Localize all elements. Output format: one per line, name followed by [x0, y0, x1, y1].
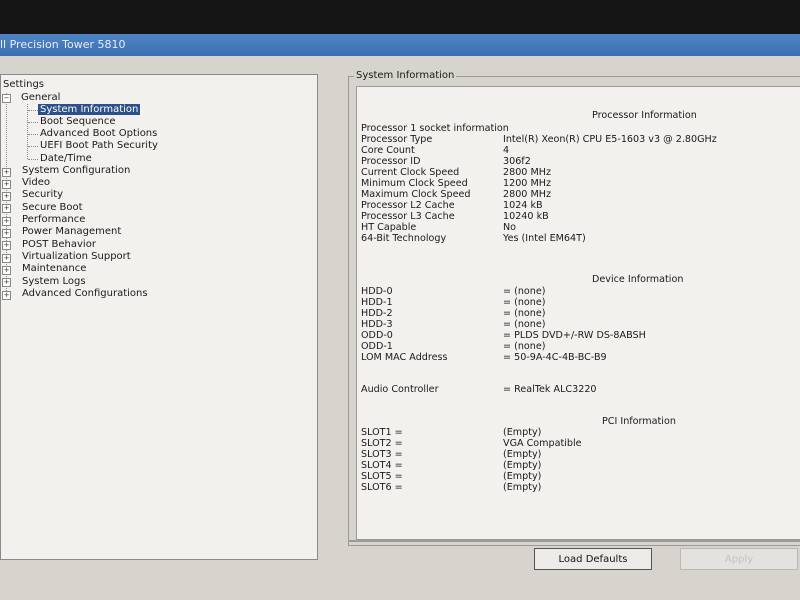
row-value: 10240 kB	[503, 211, 549, 222]
row-value: No	[503, 222, 517, 233]
row-label: SLOT6 =	[361, 482, 403, 493]
row-value: = 50-9A-4C-4B-BC-B9	[503, 352, 607, 363]
tree-item-system-logs[interactable]: System Logs	[22, 276, 86, 288]
row-value: = RealTek ALC3220	[503, 384, 597, 395]
expand-icon[interactable]: +	[2, 229, 11, 238]
row-value: Yes (Intel EM64T)	[503, 233, 586, 244]
tree-item-virtualization-support[interactable]: Virtualization Support	[22, 251, 131, 263]
expand-icon[interactable]: +	[2, 180, 11, 189]
row-label: Core Count	[361, 145, 415, 156]
row-value: = (none)	[503, 297, 546, 308]
row-label: SLOT5 =	[361, 471, 403, 482]
row-value: = (none)	[503, 319, 546, 330]
row-label: SLOT4 =	[361, 460, 403, 471]
tree-item-secure-boot[interactable]: Secure Boot	[22, 202, 83, 214]
row-value: 306f2	[503, 156, 531, 167]
tree-item-label: System Information	[38, 104, 141, 115]
row-value: = (none)	[503, 286, 546, 297]
row-value: (Empty)	[503, 471, 542, 482]
tree-connector	[28, 122, 38, 123]
tree-item-date-time[interactable]: Date/Time	[40, 153, 92, 165]
row-value: 4	[503, 145, 510, 156]
row-value: = (none)	[503, 341, 546, 352]
row-value: 2800 MHz	[503, 167, 551, 178]
row-value: = PLDS DVD+/-RW DS-8ABSH	[503, 330, 646, 341]
collapse-icon[interactable]: −	[2, 94, 11, 103]
panel-bottom-edge	[348, 540, 800, 542]
tree-connector	[28, 146, 38, 147]
row-value: = (none)	[503, 308, 546, 319]
window-title-bar: ll Precision Tower 5810	[0, 34, 800, 56]
tree-item-post-behavior[interactable]: POST Behavior	[22, 239, 96, 251]
row-label: HT Capable	[361, 222, 417, 233]
row-label: Minimum Clock Speed	[361, 178, 468, 189]
tree-item-uefi-boot-path-security[interactable]: UEFI Boot Path Security	[40, 140, 158, 152]
expand-icon[interactable]: +	[2, 241, 11, 250]
tree-item-maintenance[interactable]: Maintenance	[22, 263, 86, 275]
expand-icon[interactable]: +	[2, 192, 11, 201]
row-label: SLOT2 =	[361, 438, 403, 449]
tree-connector	[28, 159, 38, 160]
tree-item-general[interactable]: General	[21, 92, 60, 104]
row-value: (Empty)	[503, 482, 542, 493]
row-value: 1024 kB	[503, 200, 543, 211]
row-value: 2800 MHz	[503, 189, 551, 200]
tree-item-advanced-configurations[interactable]: Advanced Configurations	[22, 288, 148, 300]
expand-icon[interactable]: +	[2, 168, 11, 177]
tree-connector	[28, 110, 38, 111]
row-value: 1200 MHz	[503, 178, 551, 189]
expand-icon[interactable]: +	[2, 291, 11, 300]
tree-item-advanced-boot-options[interactable]: Advanced Boot Options	[40, 128, 157, 140]
system-information-panel[interactable]: Processor Information Processor 1 socket…	[356, 86, 800, 540]
tree-item-system-information[interactable]: System Information	[38, 104, 141, 116]
expand-icon[interactable]: +	[2, 254, 11, 263]
apply-button[interactable]: Apply	[680, 548, 798, 570]
tree-connector	[27, 104, 28, 159]
row-label: SLOT3 =	[361, 449, 403, 460]
row-value: (Empty)	[503, 427, 542, 438]
processor-heading: Processor Information	[592, 110, 697, 121]
settings-tree: Settings − General System Information Bo…	[0, 74, 318, 560]
row-label: Maximum Clock Speed	[361, 189, 471, 200]
row-label: 64-Bit Technology	[361, 233, 447, 244]
row-label: Processor Type	[361, 134, 433, 145]
row-label: SLOT1 =	[361, 427, 403, 438]
row-label: Current Clock Speed	[361, 167, 460, 178]
row-label: Processor ID	[361, 156, 421, 167]
window-title: ll Precision Tower 5810	[0, 38, 126, 51]
row-value: Intel(R) Xeon(R) CPU E5-1603 v3 @ 2.80GH…	[503, 134, 717, 145]
row-label: HDD-1	[361, 297, 393, 308]
row-value: (Empty)	[503, 460, 542, 471]
expand-icon[interactable]: +	[2, 278, 11, 287]
device-heading: Device Information	[592, 274, 684, 285]
group-title: System Information	[354, 70, 457, 81]
row-label: HDD-3	[361, 319, 393, 330]
bios-setup-screen: ll Precision Tower 5810 Settings − Gener…	[0, 34, 800, 600]
row-label: HDD-0	[361, 286, 393, 297]
row-label: Processor L2 Cache	[361, 200, 455, 211]
tree-item-boot-sequence[interactable]: Boot Sequence	[40, 116, 116, 128]
tree-item-power-management[interactable]: Power Management	[22, 226, 121, 238]
socket-info-line: Processor 1 socket information	[361, 123, 509, 134]
expand-icon[interactable]: +	[2, 204, 11, 213]
tree-item-performance[interactable]: Performance	[22, 214, 85, 226]
tree-root-settings[interactable]: Settings	[3, 79, 44, 91]
tree-connector	[28, 134, 38, 135]
row-value: VGA Compatible	[503, 438, 582, 449]
row-label: Audio Controller	[361, 384, 439, 395]
row-label: ODD-0	[361, 330, 393, 341]
load-defaults-button[interactable]: Load Defaults	[534, 548, 652, 570]
row-label: ODD-1	[361, 341, 393, 352]
row-value: (Empty)	[503, 449, 542, 460]
expand-icon[interactable]: +	[2, 266, 11, 275]
row-label: LOM MAC Address	[361, 352, 448, 363]
tree-item-system-configuration[interactable]: System Configuration	[22, 165, 130, 177]
row-label: HDD-2	[361, 308, 393, 319]
pci-heading: PCI Information	[602, 416, 676, 427]
row-label: Processor L3 Cache	[361, 211, 455, 222]
expand-icon[interactable]: +	[2, 217, 11, 226]
tree-item-video[interactable]: Video	[22, 177, 50, 189]
tree-item-security[interactable]: Security	[22, 189, 63, 201]
